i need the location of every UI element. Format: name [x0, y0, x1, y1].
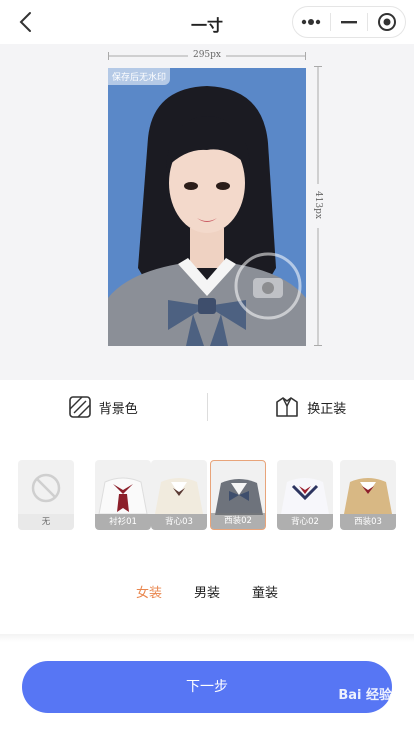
target-close-icon	[377, 13, 396, 31]
suit-thumbnail	[344, 478, 392, 514]
id-photo: 保存后无水印	[108, 68, 306, 346]
outfit-item[interactable]: 西装03	[340, 460, 396, 530]
vest-thumbnail	[281, 478, 329, 514]
category-tabs: 女装 男装 童装	[0, 582, 414, 601]
minimize-button[interactable]	[331, 7, 368, 37]
outfit-label: 西装03	[340, 514, 396, 530]
outfit-label: 背心03	[151, 514, 207, 530]
tab-men[interactable]: 男装	[194, 582, 220, 601]
background-color-button[interactable]: 背景色	[0, 396, 207, 418]
suit-box-icon	[276, 397, 299, 417]
outfit-label: 无	[18, 514, 74, 530]
outfit-item-selected[interactable]: 西装02	[210, 460, 266, 530]
tab-women[interactable]: 女装	[136, 582, 162, 601]
close-button[interactable]	[368, 7, 405, 37]
nav-bar: 一寸	[0, 0, 414, 44]
portrait-illustration	[108, 86, 306, 346]
shirt-thumbnail	[98, 477, 148, 515]
outfit-list: 无 衬衫01 背心03 西装02 背心02 西装03	[18, 458, 398, 530]
background-color-icon	[68, 396, 91, 418]
suit-thumbnail	[215, 479, 263, 515]
minimize-icon	[341, 21, 357, 24]
tab-children[interactable]: 童装	[252, 582, 278, 601]
outfit-item[interactable]: 无	[18, 460, 74, 530]
change-suit-label: 换正装	[307, 401, 347, 417]
change-suit-button[interactable]: 换正装	[208, 396, 414, 418]
mini-program-capsule	[292, 6, 406, 38]
next-step-button[interactable]: 下一步	[22, 661, 392, 713]
outfit-label: 西装02	[211, 513, 265, 529]
height-label: 413px	[313, 190, 323, 219]
tool-row: 背景色 换正装	[0, 380, 414, 434]
baidu-watermark: Bai 经验	[338, 688, 392, 703]
none-icon	[31, 473, 61, 503]
vest-thumbnail	[155, 478, 203, 514]
more-button[interactable]	[293, 7, 330, 37]
more-dots-icon	[302, 19, 321, 25]
outfit-label: 背心02	[277, 514, 333, 530]
outfit-item[interactable]: 背心03	[151, 460, 207, 530]
outfit-label: 衬衫01	[95, 514, 151, 530]
outfit-item[interactable]: 衬衫01	[95, 460, 151, 530]
outfit-item[interactable]: 背心02	[277, 460, 333, 530]
watermark-notice-badge: 保存后无水印	[108, 68, 171, 85]
background-color-label: 背景色	[98, 401, 138, 417]
footer-divider	[0, 634, 414, 642]
width-label: 295px	[192, 50, 221, 60]
